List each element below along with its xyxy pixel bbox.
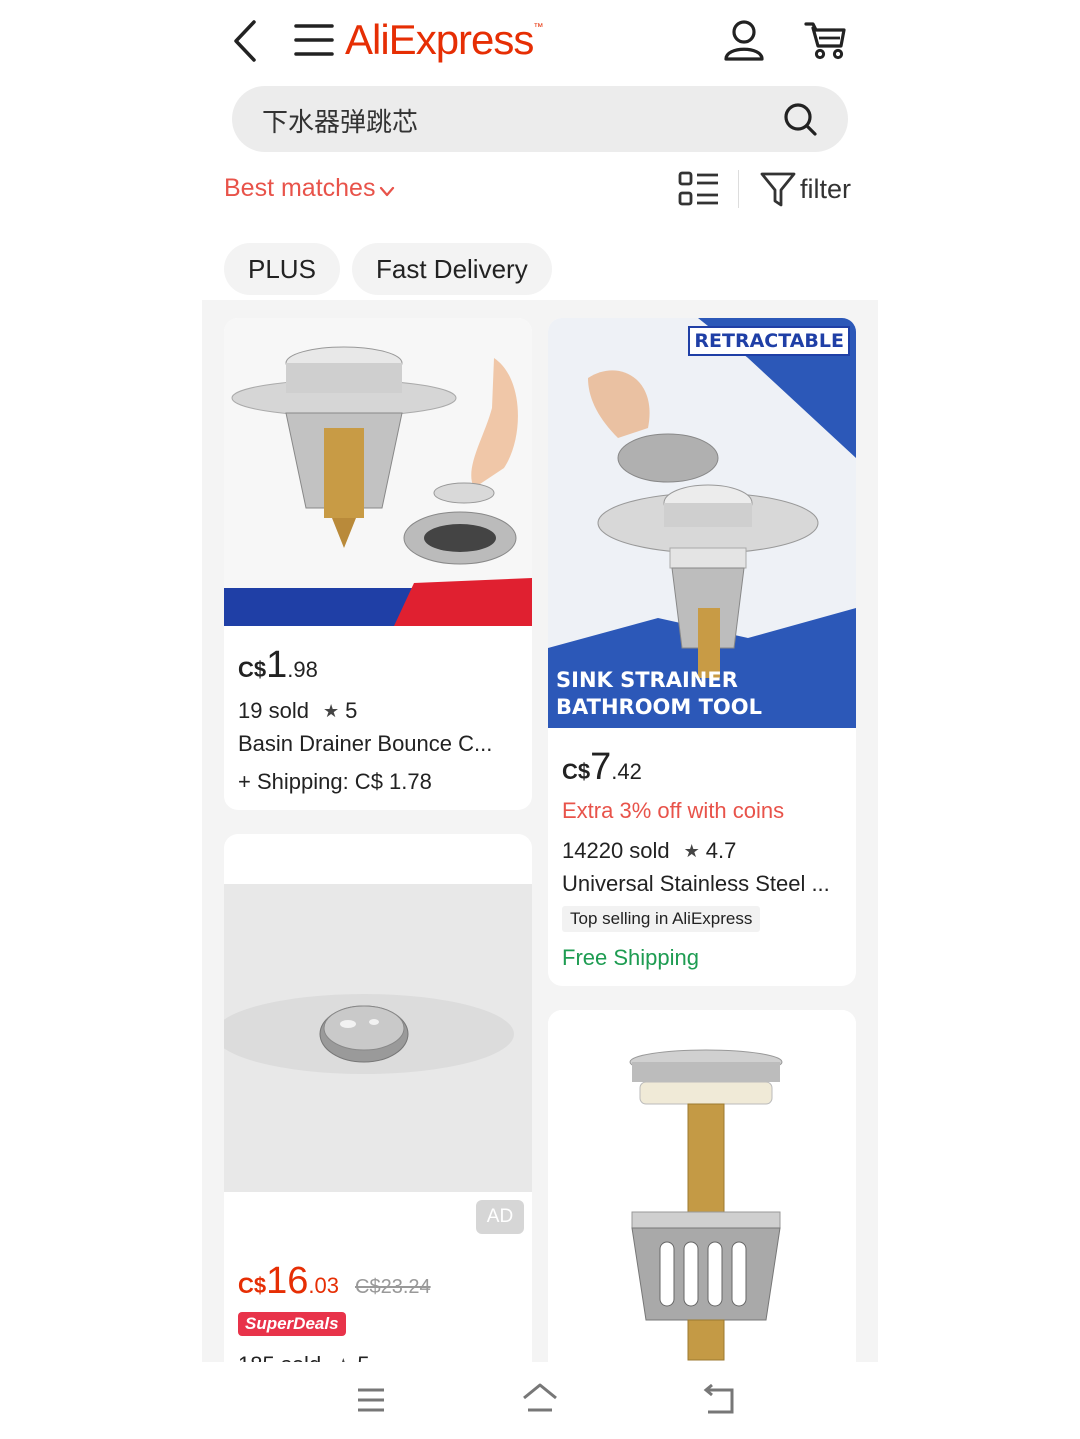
- chip-plus[interactable]: PLUS: [224, 243, 340, 295]
- sort-label: Best matches: [224, 174, 376, 202]
- recent-apps-icon: [358, 1388, 384, 1412]
- currency: C$: [562, 759, 591, 784]
- product-title: Basin Drainer Bounce C...: [238, 731, 493, 756]
- chevron-down-icon: [380, 186, 395, 196]
- logo-tm: ™: [533, 22, 543, 33]
- account-button[interactable]: [722, 18, 766, 62]
- menu-icon: [294, 24, 334, 56]
- back-button[interactable]: [226, 18, 266, 64]
- ad-badge: AD: [476, 1200, 524, 1234]
- search-button[interactable]: [782, 101, 818, 137]
- sold-rating-row: 185 sold ★ 5: [238, 1352, 370, 1362]
- caption-line-1: SINK STRAINER: [556, 668, 738, 692]
- product-image: [224, 318, 532, 626]
- home-button[interactable]: [520, 1380, 560, 1416]
- product-card[interactable]: AD C$16.03 C$23.24 SuperDeals 185 sold ★…: [224, 834, 532, 1362]
- product-card[interactable]: C$1.98 19 sold ★ 5 Basin Drainer Bounce …: [224, 318, 532, 810]
- account-icon: [724, 20, 764, 61]
- logo-text: AliExpress: [345, 16, 534, 63]
- sold-count: 14220 sold: [562, 838, 670, 863]
- divider: [738, 170, 739, 208]
- drain-product-image: [548, 318, 856, 728]
- price: C$ 16.03 C$23.24: [238, 1260, 431, 1303]
- sort-dropdown[interactable]: Best matches: [224, 174, 395, 203]
- star-icon: ★: [322, 700, 340, 721]
- sink-drain-image: [224, 994, 514, 1074]
- recent-apps-button[interactable]: [352, 1384, 390, 1418]
- view-toggle-button[interactable]: [678, 170, 720, 208]
- product-card[interactable]: [548, 1010, 856, 1362]
- back-arrow-icon: [234, 20, 256, 62]
- rating: 4.7: [705, 838, 737, 863]
- search-icon: [784, 103, 817, 136]
- sold-count: 19 sold: [238, 698, 309, 723]
- product-title: Universal Stainless Steel ...: [562, 871, 830, 896]
- cart-icon: [804, 22, 846, 60]
- price-decimal: .98: [287, 657, 318, 682]
- sold-count: 185 sold: [238, 1352, 321, 1362]
- back-icon: [703, 1383, 734, 1414]
- pop-up-drain-core-image: [629, 1049, 783, 1361]
- product-card[interactable]: RETRACTABLE SINK STRAINER BATHROOM TOOL …: [548, 318, 856, 986]
- drain-product-image: [224, 346, 532, 626]
- chip-label: Fast Delivery: [376, 253, 528, 284]
- ad-label: AD: [486, 1206, 514, 1227]
- star-icon: ★: [335, 1355, 351, 1363]
- sold-rating-row: 19 sold ★ 5: [238, 698, 357, 724]
- superdeals-badge: SuperDeals: [238, 1312, 346, 1336]
- currency: C$: [238, 1273, 267, 1298]
- chip-fast-delivery[interactable]: Fast Delivery: [352, 243, 552, 295]
- sold-rating-row: 14220 sold ★ 4.7: [562, 838, 736, 864]
- superdeals-label: SuperDeals: [245, 1314, 339, 1333]
- product-image: RETRACTABLE SINK STRAINER BATHROOM TOOL: [548, 318, 856, 728]
- product-feed[interactable]: C$1.98 19 sold ★ 5 Basin Drainer Bounce …: [202, 300, 878, 1362]
- menu-button[interactable]: [294, 22, 334, 58]
- currency: C$: [238, 657, 267, 682]
- list-view-icon: [678, 171, 718, 206]
- star-icon: ★: [683, 840, 700, 861]
- rating: 5: [345, 698, 358, 723]
- search-input[interactable]: 下水器弹跳芯: [262, 102, 418, 139]
- rating: 5: [357, 1352, 369, 1362]
- price: C$1.98: [238, 644, 318, 687]
- chip-label: PLUS: [248, 253, 316, 284]
- shipping-info: + Shipping: C$ 1.78: [238, 769, 432, 794]
- price-integer: 7: [590, 746, 612, 788]
- shipping-info: Free Shipping: [562, 945, 699, 970]
- retractable-label: RETRACTABLE: [688, 326, 850, 356]
- price-integer: 16: [266, 1260, 309, 1302]
- product-image: [224, 884, 532, 1192]
- aliexpress-logo[interactable]: AliExpress™: [345, 16, 543, 64]
- system-navigation-bar: [0, 1362, 1080, 1439]
- back-button-system[interactable]: [700, 1382, 740, 1418]
- product-image: [548, 1010, 856, 1362]
- home-icon: [523, 1383, 557, 1412]
- price-decimal: .03: [308, 1273, 339, 1298]
- caption-line-2: BATHROOM TOOL: [556, 695, 763, 719]
- filter-icon: [760, 172, 796, 207]
- promo-text: Extra 3% off with coins: [562, 798, 785, 823]
- original-price: C$23.24: [355, 1276, 431, 1298]
- top-selling-tag: Top selling in AliExpress: [562, 906, 761, 932]
- cart-button[interactable]: [804, 20, 848, 62]
- price-integer: 1: [266, 644, 288, 686]
- filter-button[interactable]: filter: [760, 170, 851, 208]
- search-bar[interactable]: 下水器弹跳芯: [232, 86, 848, 152]
- price: C$7.42: [562, 746, 642, 789]
- price-decimal: .42: [611, 759, 642, 784]
- filter-label: filter: [800, 173, 852, 204]
